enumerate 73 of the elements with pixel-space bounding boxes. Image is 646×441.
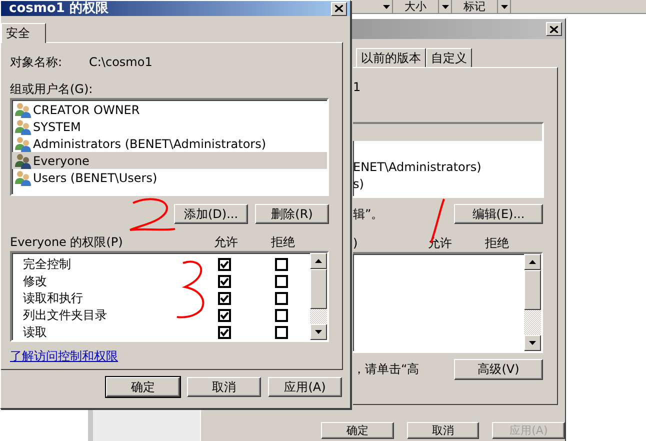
checkbox[interactable]	[274, 275, 288, 288]
close-button[interactable]	[546, 22, 562, 36]
help-link[interactable]: 了解访问控制和权限	[10, 348, 118, 364]
advanced-button[interactable]: 高级(V)	[454, 359, 543, 380]
column-label: 拒绝	[484, 234, 510, 252]
dialog-button[interactable]: 取消	[406, 422, 480, 439]
tab[interactable]: 安全	[1, 23, 46, 43]
column-header[interactable]: 大小	[393, 0, 439, 13]
user-list-item[interactable]: ENET\Administrators)	[353, 158, 542, 175]
permissions-label: Everyone 的权限(P)	[10, 234, 124, 250]
edit-hint-text: 辑”。	[353, 206, 384, 222]
checkbox[interactable]	[274, 309, 288, 322]
object-name-label: 对象名称:	[10, 54, 64, 70]
user-list-item[interactable]: Administrators (BENET\Administrators)	[12, 135, 327, 152]
checkbox[interactable]	[274, 292, 288, 305]
close-icon	[335, 5, 343, 12]
scroll-down-button[interactable]	[524, 335, 541, 351]
edit-button[interactable]: 编辑(E)...	[454, 204, 543, 224]
users-icon	[15, 136, 31, 152]
user-list-item[interactable]: SYSTEM	[12, 118, 327, 135]
user-list-item[interactable]: CREATOR OWNER	[12, 101, 327, 118]
down-arrow-icon	[315, 330, 322, 334]
close-button[interactable]	[331, 2, 347, 16]
advanced-hint-text: ，请单击“高	[353, 361, 420, 378]
handwritten-number-drawing	[129, 198, 176, 231]
checkbox[interactable]	[218, 326, 230, 339]
column-label: 允许	[213, 234, 239, 250]
dialog-button[interactable]: 确定	[106, 377, 180, 397]
scroll-down-button[interactable]	[310, 324, 327, 340]
users-icon	[15, 118, 31, 134]
permissions-label: )	[353, 236, 359, 250]
close-icon	[550, 26, 558, 32]
column-header[interactable]: 标记	[452, 0, 498, 13]
checkbox[interactable]	[218, 258, 230, 271]
scroll-up-button[interactable]	[524, 254, 541, 270]
tab[interactable]: 自定义	[426, 48, 472, 67]
dropdown-arrow-icon[interactable]	[439, 0, 452, 13]
handwritten-number-drawing	[176, 260, 204, 318]
user-list-item[interactable]: Everyone	[12, 152, 327, 169]
dialog-button[interactable]: 确定	[321, 422, 394, 439]
scroll-thumb[interactable]	[524, 270, 541, 310]
object-name-text: 1	[353, 80, 361, 94]
scroll-thumb[interactable]	[310, 269, 327, 309]
users-icon	[15, 152, 31, 168]
scroll-up-button[interactable]	[310, 253, 327, 269]
permission-name: 修改	[22, 273, 48, 290]
checkbox[interactable]	[218, 292, 230, 305]
dialog-button[interactable]: 取消	[187, 377, 261, 397]
dialog-button[interactable]: 应用(A)	[268, 377, 342, 397]
object-name-value: C:\cosmo1	[89, 55, 152, 69]
down-arrow-icon	[529, 341, 536, 345]
dialog-button[interactable]: 删除(R)	[255, 204, 329, 224]
checkbox[interactable]	[218, 309, 230, 322]
permission-name: 读取和执行	[22, 290, 84, 307]
permission-name: 完全控制	[22, 256, 72, 273]
permission-name: 读取	[22, 324, 48, 341]
user-list-item[interactable]: Users (BENET\Users)	[12, 169, 327, 186]
users-icon	[15, 170, 31, 186]
users-label: 组或用户名(G):	[10, 80, 93, 98]
dropdown-arrow-icon[interactable]	[498, 0, 511, 13]
scroll-track[interactable]	[310, 309, 327, 324]
dialog-button[interactable]: 添加(D)...	[174, 204, 248, 224]
up-arrow-icon	[529, 260, 536, 264]
checkbox[interactable]	[218, 275, 230, 288]
column-label: 拒绝	[270, 234, 296, 250]
tab[interactable]: 以前的版本	[356, 48, 426, 67]
checkbox[interactable]	[274, 258, 288, 271]
dropdown-arrow-icon[interactable]	[380, 0, 393, 13]
checkbox[interactable]	[274, 326, 288, 339]
up-arrow-icon	[315, 259, 322, 263]
window-title: cosmo1 的权限	[9, 2, 110, 15]
permission-name: 列出文件夹目录	[22, 307, 108, 324]
users-icon	[15, 102, 31, 118]
